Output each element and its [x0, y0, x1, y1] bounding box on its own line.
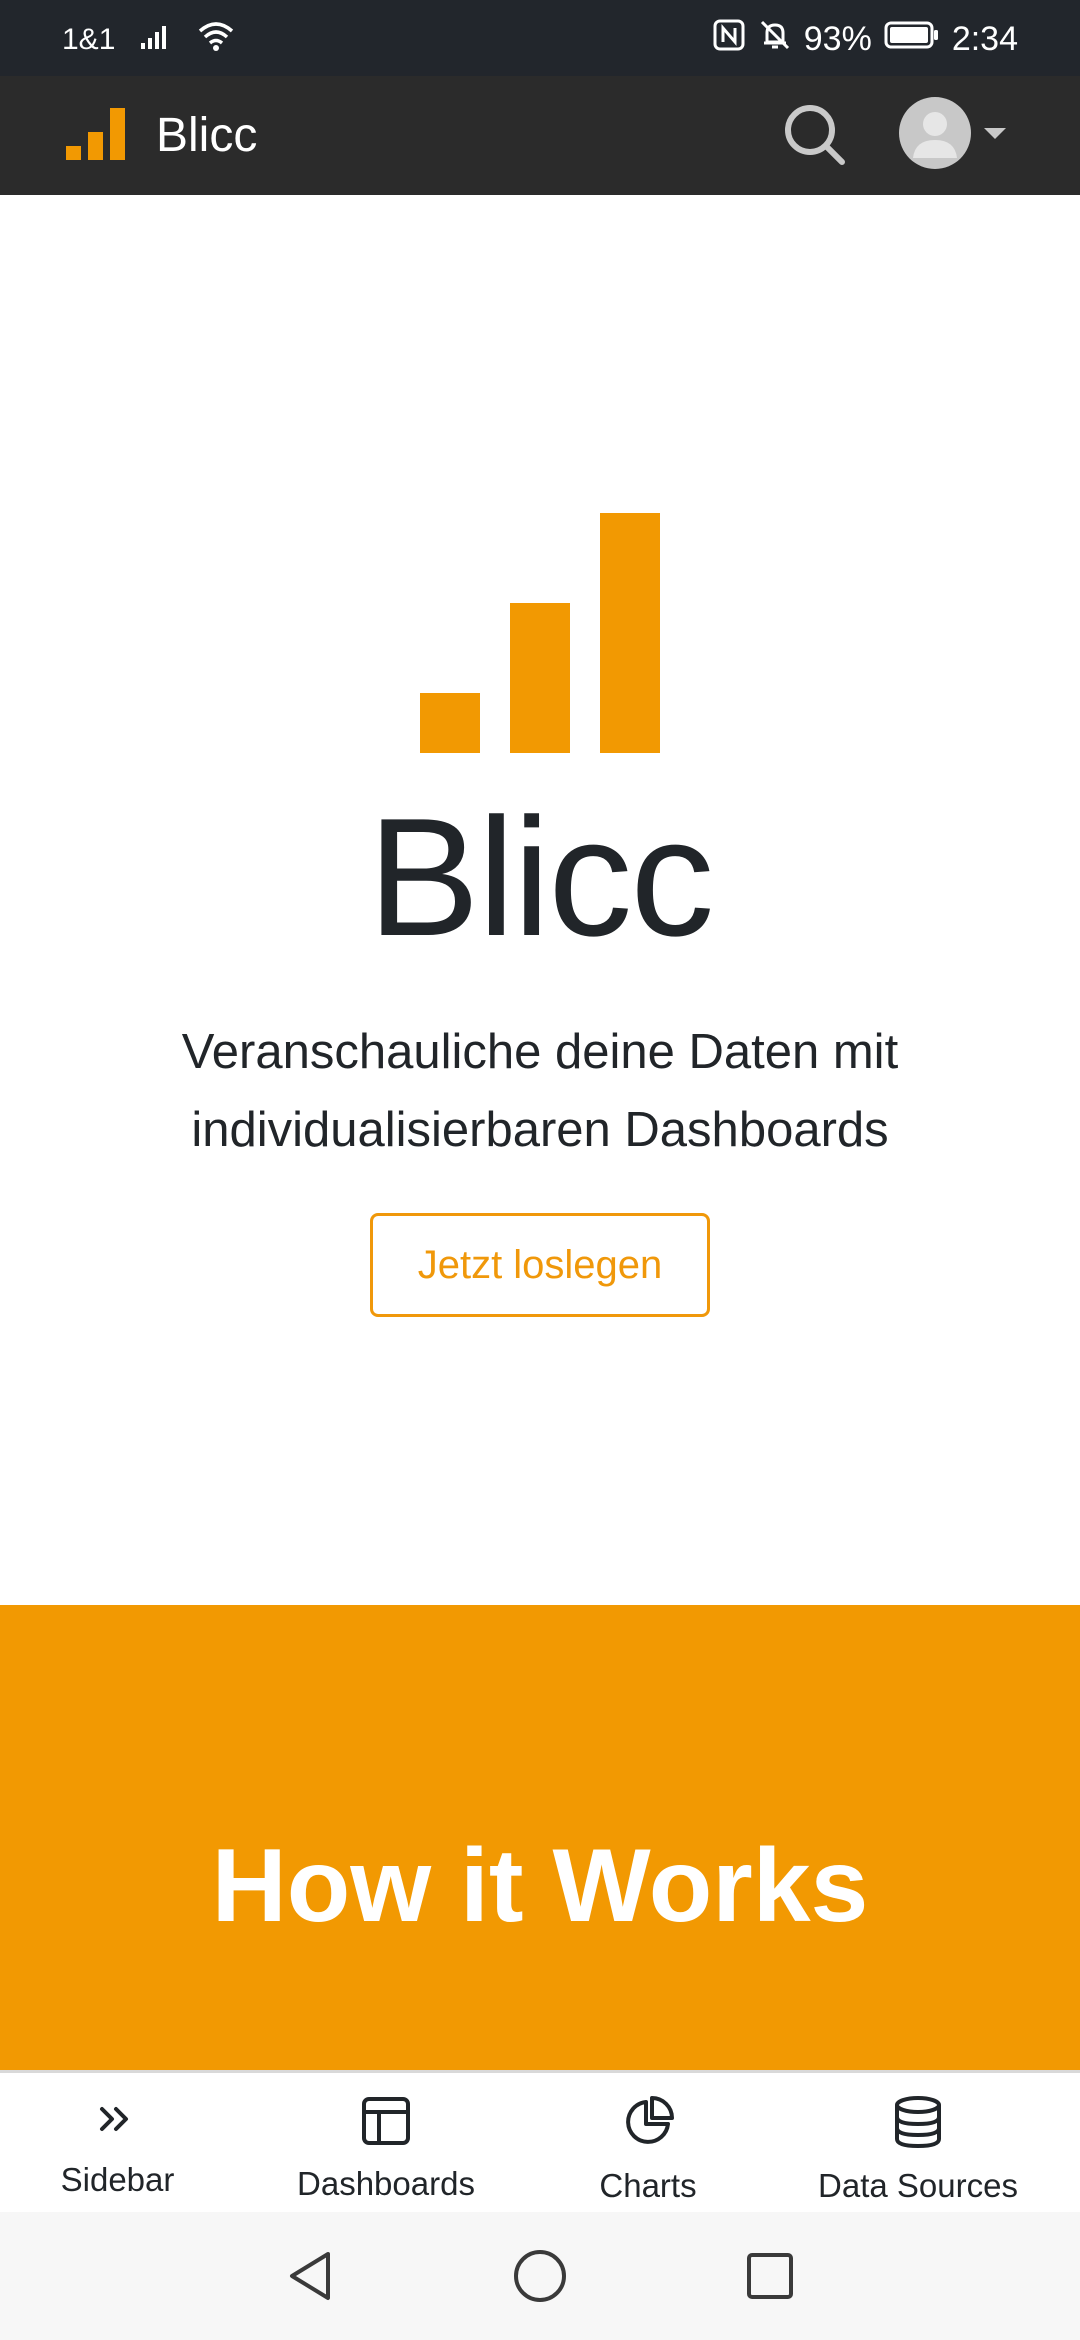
get-started-button[interactable]: Jetzt loslegen [370, 1213, 710, 1317]
search-icon[interactable] [782, 102, 848, 173]
status-bar: 1&1 93% 2:34 [0, 0, 1080, 76]
status-left: 1&1 [62, 20, 235, 60]
signal-icon [139, 21, 173, 59]
nav-item-dashboards[interactable]: Dashboards [296, 2095, 476, 2203]
database-icon [892, 2095, 944, 2157]
back-icon[interactable] [284, 2248, 336, 2309]
clock: 2:34 [951, 20, 1018, 58]
recents-icon[interactable] [744, 2248, 796, 2309]
status-right: 93% 2:34 [712, 18, 1018, 61]
user-menu[interactable] [898, 96, 1008, 175]
app-bar: Blicc [0, 76, 1080, 195]
hero-section: Blicc Veranschauliche deine Daten mit in… [0, 195, 1080, 1605]
dashboard-layout-icon [360, 2095, 412, 2155]
nav-label-dashboards: Dashboards [297, 2165, 475, 2202]
nav-item-sidebar[interactable]: Sidebar [60, 2095, 175, 2199]
home-icon[interactable] [512, 2248, 568, 2309]
nav-label-charts: Charts [599, 2167, 697, 2204]
hero-subtitle: Veranschauliche deine Daten mit individu… [181, 1025, 899, 1157]
how-it-works-title: How it Works [211, 1828, 869, 1944]
wifi-icon [197, 20, 235, 60]
nav-item-charts[interactable]: Charts [596, 2095, 700, 2205]
battery-icon [884, 20, 940, 59]
nfc-icon [712, 18, 746, 61]
app-brand[interactable]: Blicc [156, 108, 257, 163]
system-nav-bar [0, 2212, 1080, 2340]
battery-percent: 93% [803, 20, 872, 58]
nav-item-data-sources[interactable]: Data Sources [818, 2095, 1018, 2205]
hero-title: Blicc [367, 783, 715, 971]
hero-logo-icon [418, 511, 664, 758]
pie-chart-icon [621, 2095, 675, 2157]
bell-off-icon [758, 18, 792, 61]
bottom-nav: Sidebar Dashboards Charts Data Sources [0, 2070, 1080, 2212]
caret-down-icon[interactable] [982, 125, 1008, 146]
avatar-icon[interactable] [898, 96, 972, 175]
nav-label-data-sources: Data Sources [818, 2167, 1018, 2204]
logo-icon[interactable] [64, 104, 126, 165]
nav-label-sidebar: Sidebar [60, 2161, 175, 2198]
how-it-works-section: How it Works [0, 1605, 1080, 2070]
double-chevron-right-icon [94, 2095, 142, 2151]
carrier-label: 1&1 [62, 23, 116, 56]
